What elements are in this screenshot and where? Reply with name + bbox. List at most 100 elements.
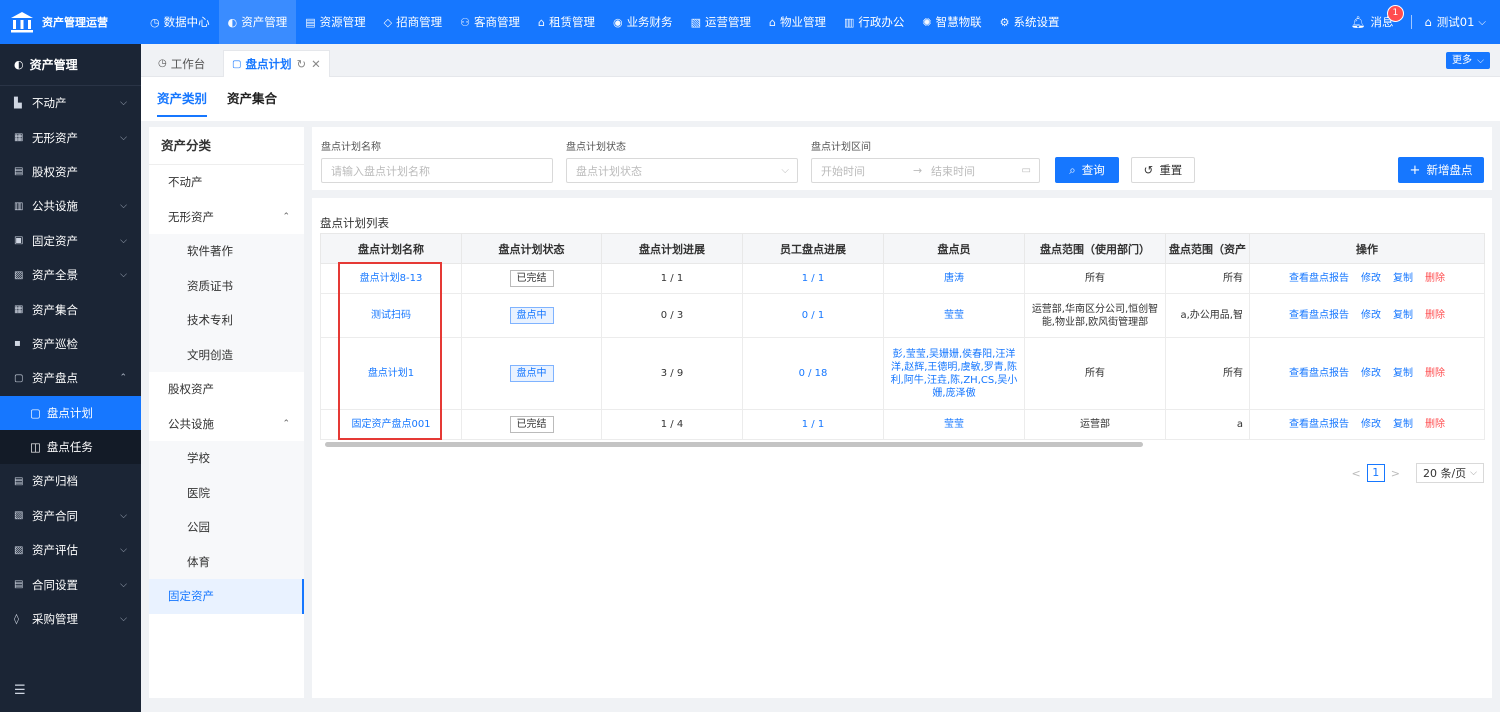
staff-link[interactable]: 唐涛 xyxy=(944,273,964,284)
sidebar-item[interactable]: ▦ 无形资产 ⌵ xyxy=(0,120,141,154)
sidebar-item[interactable]: ▨ 资产全景 ⌵ xyxy=(0,258,141,292)
topnav-item-1[interactable]: ◐ 资产管理 xyxy=(218,0,297,44)
category-subitem[interactable]: 文明创造 xyxy=(149,337,304,372)
plan-name-link[interactable]: 固定资产盘点001 xyxy=(351,419,430,430)
view-report-link[interactable]: 查看盘点报告 xyxy=(1289,310,1349,321)
view-report-link[interactable]: 查看盘点报告 xyxy=(1289,419,1349,430)
category-subitem[interactable]: 公园 xyxy=(149,510,304,545)
delete-link[interactable]: 删除 xyxy=(1425,310,1445,321)
topnav-item-11[interactable]: ⚙ 系统设置 xyxy=(991,0,1069,44)
topnav-item-2[interactable]: ▤ 资源管理 xyxy=(296,0,374,44)
plan-name-link[interactable]: 测试扫码 xyxy=(371,310,411,321)
category-item[interactable]: 股权资产 xyxy=(149,372,304,407)
refresh-icon[interactable]: ↻ xyxy=(296,57,306,71)
copy-link[interactable]: 复制 xyxy=(1393,310,1413,321)
app-logo[interactable]: 资产管理运营 xyxy=(0,0,141,44)
plan-name-input[interactable]: 请输入盘点计划名称 xyxy=(321,158,553,183)
category-item[interactable]: 固定资产 xyxy=(149,579,304,614)
topnav-item-3[interactable]: ◇ 招商管理 xyxy=(375,0,451,44)
messages-button[interactable]: 🔔︎ 消息 1 xyxy=(1351,5,1404,30)
tab-workbench[interactable]: ◷ 工作台 xyxy=(150,50,213,77)
topnav-item-9[interactable]: ▥ 行政办公 xyxy=(835,0,913,44)
edit-link[interactable]: 修改 xyxy=(1361,310,1381,321)
more-tabs-button[interactable]: 更多 ⌵ xyxy=(1445,52,1490,69)
reset-button[interactable]: ↺ 重置 xyxy=(1131,157,1195,183)
employee-progress-link[interactable]: 0 / 1 xyxy=(802,310,824,321)
employee-progress-link[interactable]: 0 / 18 xyxy=(799,368,828,379)
sidebar-item[interactable]: ◊ 采购管理 ⌵ xyxy=(0,602,141,636)
edit-link[interactable]: 修改 xyxy=(1361,273,1381,284)
plan-status-select[interactable]: 盘点计划状态 ⌵ xyxy=(566,158,798,183)
horizontal-scrollbar[interactable] xyxy=(325,442,1143,447)
delete-link[interactable]: 删除 xyxy=(1425,368,1445,379)
sidebar-item[interactable]: ▤ 合同设置 ⌵ xyxy=(0,567,141,601)
menu-icon: ▦ xyxy=(14,304,24,316)
topnav-item-5[interactable]: ⌂ 租赁管理 xyxy=(529,0,604,44)
plan-name-link[interactable]: 盘点计划1 xyxy=(368,368,414,379)
category-item[interactable]: 公共设施 ⌃ xyxy=(149,407,304,442)
sidebar: ◐ 资产管理 ▙ 不动产 ⌵ ▦ 无形资产 ⌵ ▤ 股权资产 ▥ 公共设施 ⌵ ▣ 固定资产 ⌵ ▨ 资产全景… xyxy=(0,44,141,712)
topnav-item-7[interactable]: ▧ 运营管理 xyxy=(682,0,760,44)
sidebar-item[interactable]: ▤ 资产归档 xyxy=(0,464,141,498)
subtab-asset-category[interactable]: 资产类别 xyxy=(157,77,208,121)
topnav-item-8[interactable]: ⌂ 物业管理 xyxy=(760,0,835,44)
status-badge: 盘点中 xyxy=(509,365,554,382)
tab-inventory-plan[interactable]: ▢ 盘点计划 ↻ ✕ xyxy=(223,50,330,77)
employee-progress-link[interactable]: 1 / 1 xyxy=(802,273,824,284)
sidebar-item[interactable]: ▥ 公共设施 ⌵ xyxy=(0,189,141,223)
copy-link[interactable]: 复制 xyxy=(1393,419,1413,430)
collapse-menu-icon[interactable]: ☰ xyxy=(14,683,26,698)
category-item[interactable]: 不动产 xyxy=(149,165,304,200)
topnav-item-0[interactable]: ◷ 数据中心 xyxy=(141,0,219,44)
topnav-item-6[interactable]: ◉ 业务财务 xyxy=(604,0,682,44)
asset-scope-cell: a xyxy=(1165,409,1250,440)
copy-link[interactable]: 复制 xyxy=(1393,273,1413,284)
chevron-up-icon[interactable]: ⌃ xyxy=(282,419,290,429)
staff-link[interactable]: 莹莹 xyxy=(944,310,964,321)
user-menu[interactable]: ⌂ 测试01 ⌵ xyxy=(1424,14,1486,30)
sidebar-item[interactable]: ▪ 资产巡检 xyxy=(0,327,141,361)
sidebar-subitem[interactable]: ▢ 盘点计划 xyxy=(0,395,141,430)
sidebar-item[interactable]: ▨ 资产评估 ⌵ xyxy=(0,533,141,567)
sidebar-item[interactable]: ▤ 股权资产 xyxy=(0,155,141,189)
prev-page-icon[interactable]: < xyxy=(1352,467,1361,480)
query-button[interactable]: ⌕ 查询 xyxy=(1055,157,1119,183)
sidebar-item[interactable]: ▢ 资产盘点 ⌃ xyxy=(0,361,141,395)
category-subitem[interactable]: 医院 xyxy=(149,475,304,510)
dept-scope-cell: 所有 xyxy=(1024,263,1166,294)
subtab-asset-collection[interactable]: 资产集合 xyxy=(227,77,277,121)
topnav-item-4[interactable]: ⚇ 客商管理 xyxy=(451,0,529,44)
staff-link[interactable]: 莹莹 xyxy=(944,419,964,430)
sidebar-item[interactable]: ▣ 固定资产 ⌵ xyxy=(0,224,141,258)
category-subitem[interactable]: 体育 xyxy=(149,544,304,579)
category-item[interactable]: 无形资产 ⌃ xyxy=(149,200,304,235)
date-range-picker[interactable]: 开始时间 → 结束时间 ▭ xyxy=(811,158,1040,183)
delete-link[interactable]: 删除 xyxy=(1425,419,1445,430)
sidebar-subitem[interactable]: ◫ 盘点任务 xyxy=(0,429,141,465)
sidebar-item[interactable]: ▧ 资产合同 ⌵ xyxy=(0,499,141,533)
sidebar-item[interactable]: ▙ 不动产 ⌵ xyxy=(0,86,141,120)
sidebar-item[interactable]: ▦ 资产集合 xyxy=(0,292,141,326)
page-number[interactable]: 1 xyxy=(1366,464,1385,482)
staff-link[interactable]: 彭,莹莹,吴姗姗,侯春阳,汪洋洋,赵辉,王德明,虞敏,罗青,陈利,阿牛,汪垚,陈… xyxy=(891,349,1018,399)
category-subitem[interactable]: 软件著作 xyxy=(149,234,304,269)
topnav-item-10[interactable]: ✺ 智慧物联 xyxy=(913,0,990,44)
category-subitem[interactable]: 资质证书 xyxy=(149,268,304,303)
delete-link[interactable]: 删除 xyxy=(1425,273,1445,284)
page-size-select[interactable]: 20 条/页 ⌵ xyxy=(1415,463,1484,483)
chevron-up-icon[interactable]: ⌃ xyxy=(282,212,290,222)
edit-link[interactable]: 修改 xyxy=(1361,419,1381,430)
edit-link[interactable]: 修改 xyxy=(1361,368,1381,379)
category-subitem[interactable]: 学校 xyxy=(149,441,304,476)
view-report-link[interactable]: 查看盘点报告 xyxy=(1289,368,1349,379)
close-icon[interactable]: ✕ xyxy=(311,57,321,71)
tab-label: 盘点计划 xyxy=(245,57,292,71)
category-subitem[interactable]: 技术专利 xyxy=(149,303,304,338)
add-inventory-button[interactable]: + 新增盘点 xyxy=(1398,157,1484,183)
next-page-icon[interactable]: > xyxy=(1391,467,1400,480)
sidebar-item-label: 资产合同 xyxy=(32,508,78,523)
view-report-link[interactable]: 查看盘点报告 xyxy=(1289,273,1349,284)
employee-progress-link[interactable]: 1 / 1 xyxy=(802,419,824,430)
plan-name-link[interactable]: 盘点计划8-13 xyxy=(360,273,423,284)
copy-link[interactable]: 复制 xyxy=(1393,368,1413,379)
